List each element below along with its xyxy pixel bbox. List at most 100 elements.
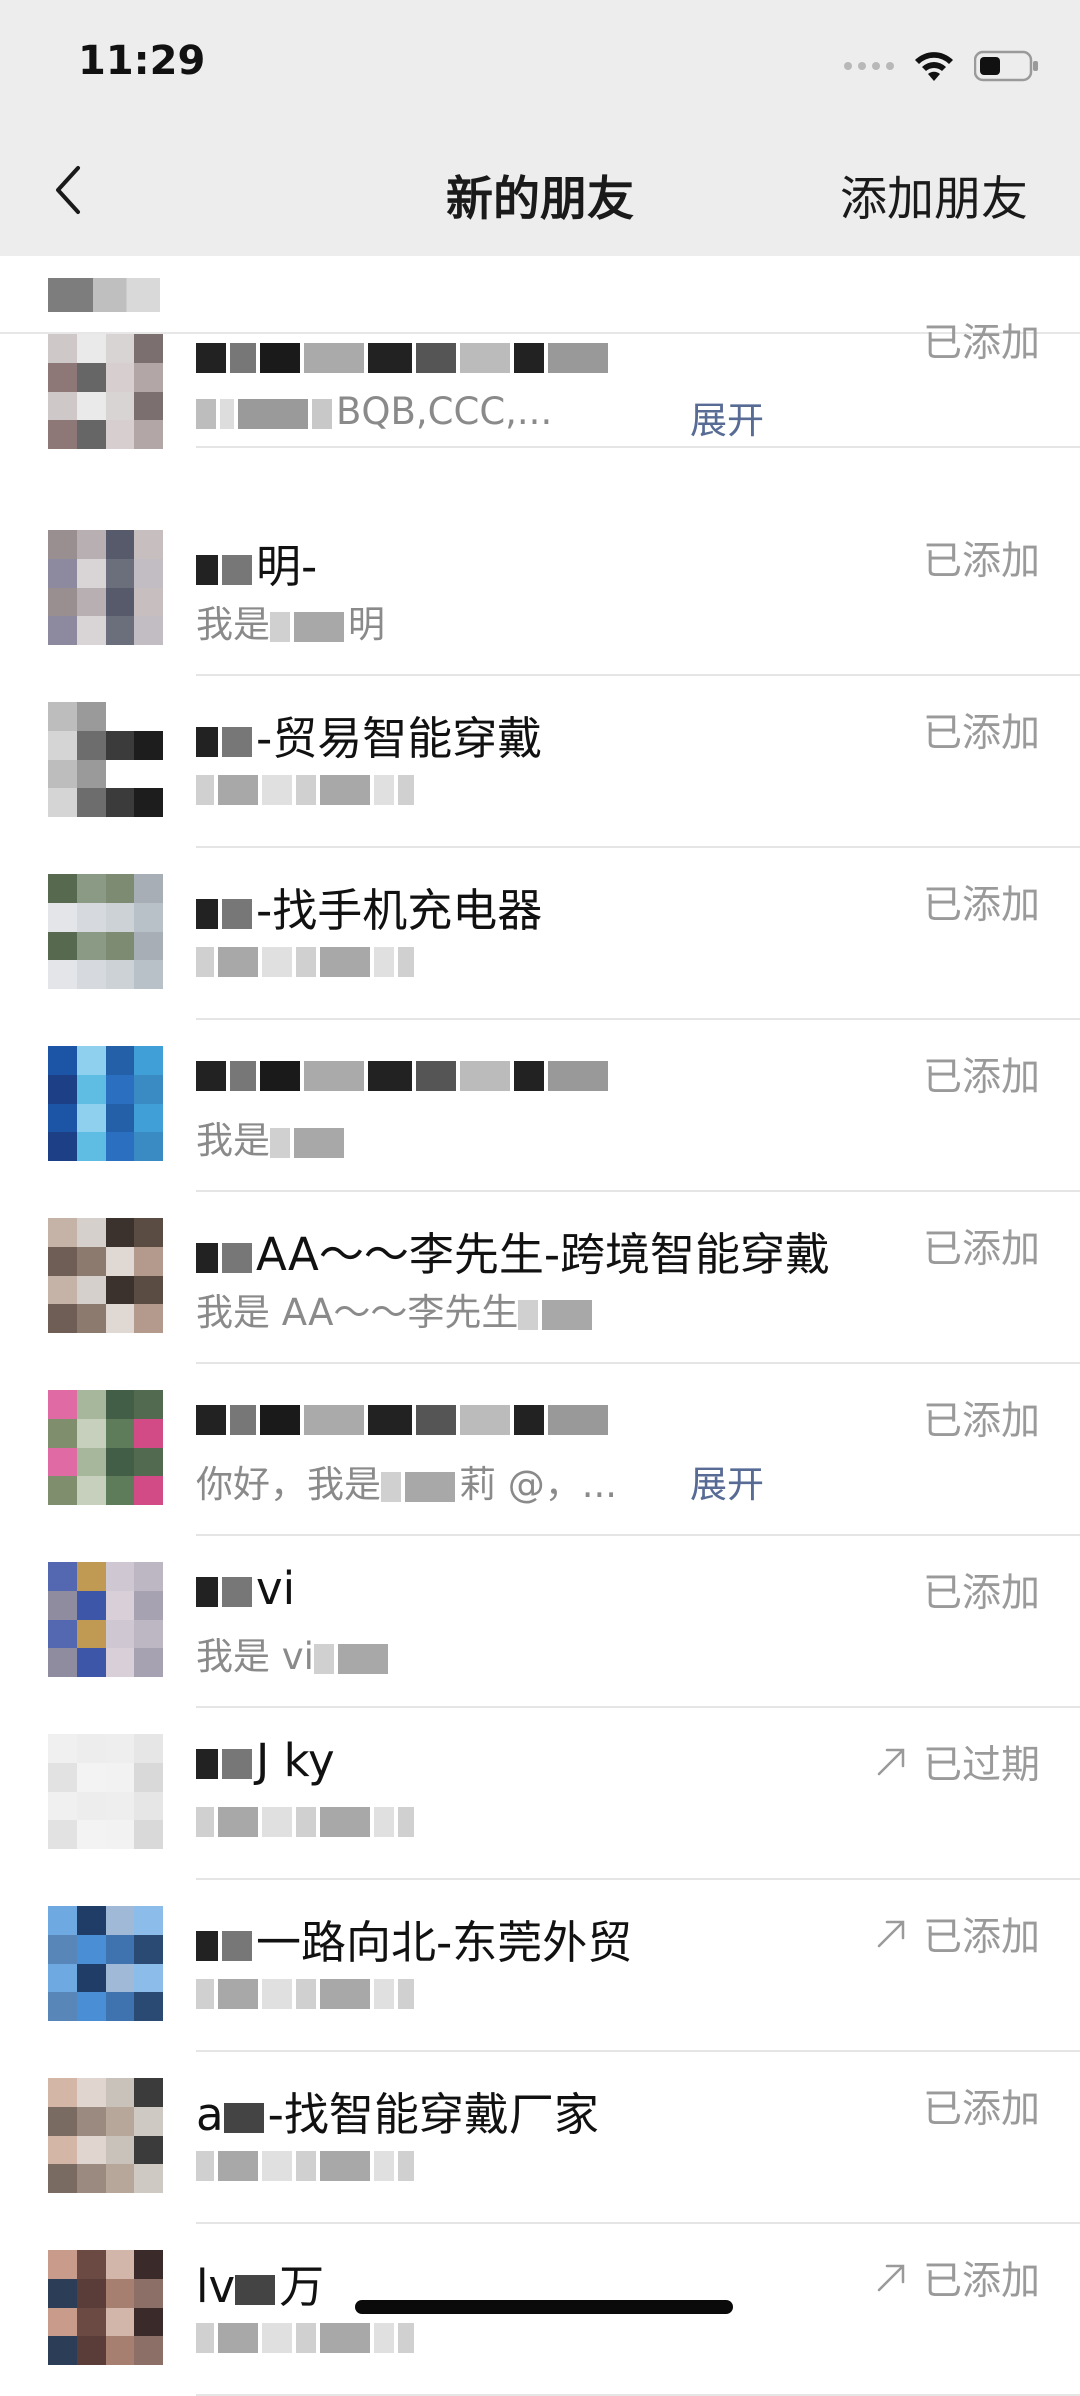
request-message bbox=[196, 1798, 418, 1841]
request-status: 已添加 bbox=[923, 530, 1040, 586]
redacted-text bbox=[196, 712, 256, 765]
request-message: 我是 明 bbox=[196, 594, 385, 648]
friend-request-row[interactable]: 你好，我是 莉 @，... 展开 已添加 bbox=[0, 1364, 1080, 1536]
request-message bbox=[196, 1970, 418, 2013]
status-text: 已添加 bbox=[922, 883, 1040, 928]
name-text: -找手机充电器 bbox=[256, 884, 543, 937]
contact-name bbox=[196, 1046, 612, 1099]
name-text: -找智能穿戴厂家 bbox=[267, 2088, 599, 2141]
request-status: 已添加 bbox=[923, 874, 1040, 930]
request-message: 你好，我是 莉 @，... bbox=[196, 1454, 617, 1508]
redacted-text bbox=[196, 1970, 418, 2013]
request-message: 我是 AA～～李先生 bbox=[196, 1282, 596, 1336]
redacted-text bbox=[416, 328, 612, 381]
redacted-text bbox=[196, 1562, 256, 1615]
avatar[interactable] bbox=[48, 2250, 163, 2365]
friend-request-row[interactable]: 我是 已添加 bbox=[0, 1020, 1080, 1192]
cellular-signal-icon bbox=[844, 62, 894, 70]
message-text: 我是 AA～～李先生 bbox=[196, 1291, 519, 1334]
friend-request-row[interactable]: BQB,CCC,... 展开 已添加 bbox=[0, 321, 1080, 449]
redacted-text bbox=[196, 884, 256, 937]
avatar[interactable] bbox=[48, 702, 163, 817]
redacted-text bbox=[196, 1798, 418, 1841]
redacted-text bbox=[196, 1046, 416, 1099]
request-status: 已添加 bbox=[923, 312, 1040, 368]
redacted-text bbox=[196, 2142, 418, 2185]
status-text: 已添加 bbox=[922, 1227, 1040, 1272]
request-status: 已添加 bbox=[923, 1218, 1040, 1274]
friend-request-row[interactable]: -贸易智能穿戴 已添加 bbox=[0, 676, 1080, 848]
message-text: BQB,CCC,... bbox=[336, 390, 553, 433]
wifi-icon bbox=[915, 52, 953, 81]
avatar[interactable] bbox=[48, 1046, 163, 1161]
add-friend-button[interactable]: 添加朋友 bbox=[840, 160, 1028, 229]
expand-link[interactable]: 展开 bbox=[690, 1454, 764, 1508]
name-text: vi bbox=[256, 1562, 296, 1615]
avatar[interactable] bbox=[48, 1390, 163, 1505]
contact-name: -贸易智能穿戴 bbox=[196, 702, 542, 767]
request-status: 已添加 bbox=[873, 2250, 1040, 2306]
redacted-text bbox=[416, 1046, 612, 1099]
contact-name: -找手机充电器 bbox=[196, 874, 542, 939]
status-text: 已添加 bbox=[922, 1571, 1040, 1616]
contact-name: lv 万 bbox=[196, 2250, 324, 2315]
contact-name: a -找智能穿戴厂家 bbox=[196, 2078, 599, 2143]
redacted-text bbox=[313, 1635, 392, 1678]
avatar[interactable] bbox=[48, 1218, 163, 1333]
avatar[interactable] bbox=[48, 874, 163, 989]
redacted-text bbox=[196, 938, 418, 981]
avatar[interactable] bbox=[48, 530, 163, 645]
message-tail: 莉 @，... bbox=[459, 1463, 618, 1506]
name-text: J ky bbox=[256, 1734, 335, 1787]
name-text: 明- bbox=[256, 540, 318, 593]
request-status: 已过期 bbox=[873, 1734, 1040, 1790]
contact-name: AA～～李先生-跨境智能穿戴 bbox=[196, 1218, 830, 1283]
message-text: 我是 vi bbox=[196, 1635, 314, 1678]
friend-request-row[interactable]: AA～～李先生-跨境智能穿戴我是 AA～～李先生 已添加 bbox=[0, 1192, 1080, 1364]
redacted-text bbox=[235, 2260, 279, 2313]
home-indicator bbox=[355, 2300, 733, 2314]
message-text: 我是 bbox=[196, 1119, 270, 1162]
status-text: 已过期 bbox=[922, 1743, 1040, 1788]
status-text: 已添加 bbox=[922, 1399, 1040, 1444]
redacted-text bbox=[196, 1734, 256, 1787]
request-message: 我是 vi bbox=[196, 1626, 392, 1680]
redacted-text bbox=[270, 1119, 348, 1162]
request-status: 已添加 bbox=[923, 1390, 1040, 1446]
redacted-text bbox=[196, 1228, 256, 1281]
contact-name: vi bbox=[196, 1562, 295, 1615]
battery-icon bbox=[974, 50, 1038, 82]
name-prefix: a bbox=[196, 2088, 224, 2141]
name-prefix: lv bbox=[196, 2260, 236, 2313]
name-text: -贸易智能穿戴 bbox=[256, 712, 543, 765]
expand-link[interactable]: 展开 bbox=[690, 390, 764, 444]
header: 11:29 新的朋友 添加朋友 bbox=[0, 0, 1080, 256]
friend-request-row[interactable]: 明- 我是 明 已添加 bbox=[0, 504, 1080, 676]
friend-request-row[interactable]: J ky 已过期 bbox=[0, 1708, 1080, 1880]
avatar[interactable] bbox=[48, 1562, 163, 1677]
redacted-text bbox=[196, 540, 256, 593]
avatar[interactable] bbox=[48, 1906, 163, 2021]
message-text: 你好，我是 bbox=[196, 1463, 381, 1506]
friend-request-row[interactable]: a -找智能穿戴厂家 已添加 bbox=[0, 2052, 1080, 2224]
contact-name: J ky bbox=[196, 1734, 335, 1787]
friend-request-row[interactable]: -找手机充电器 已添加 bbox=[0, 848, 1080, 1020]
request-status: 已添加 bbox=[923, 1562, 1040, 1618]
request-message bbox=[196, 2142, 418, 2185]
friend-request-row[interactable]: 一路向北-东莞外贸 已添加 bbox=[0, 1880, 1080, 2052]
avatar[interactable] bbox=[48, 1734, 163, 1849]
avatar[interactable] bbox=[48, 334, 163, 449]
request-status: 已添加 bbox=[923, 1046, 1040, 1102]
redacted-text bbox=[196, 328, 416, 381]
request-status: 已添加 bbox=[873, 1906, 1040, 1962]
request-message: BQB,CCC,... bbox=[196, 390, 552, 433]
navigation-bar: 新的朋友 添加朋友 bbox=[0, 150, 1080, 230]
status-text: 已添加 bbox=[922, 2087, 1040, 2132]
contact-name bbox=[196, 328, 612, 381]
redacted-text bbox=[196, 2314, 418, 2357]
avatar[interactable] bbox=[48, 2078, 163, 2193]
redacted-text bbox=[270, 603, 348, 646]
friend-request-row[interactable]: vi 我是 vi 已添加 bbox=[0, 1536, 1080, 1708]
redacted-text bbox=[381, 1463, 459, 1506]
message-tail: 明 bbox=[348, 603, 385, 646]
